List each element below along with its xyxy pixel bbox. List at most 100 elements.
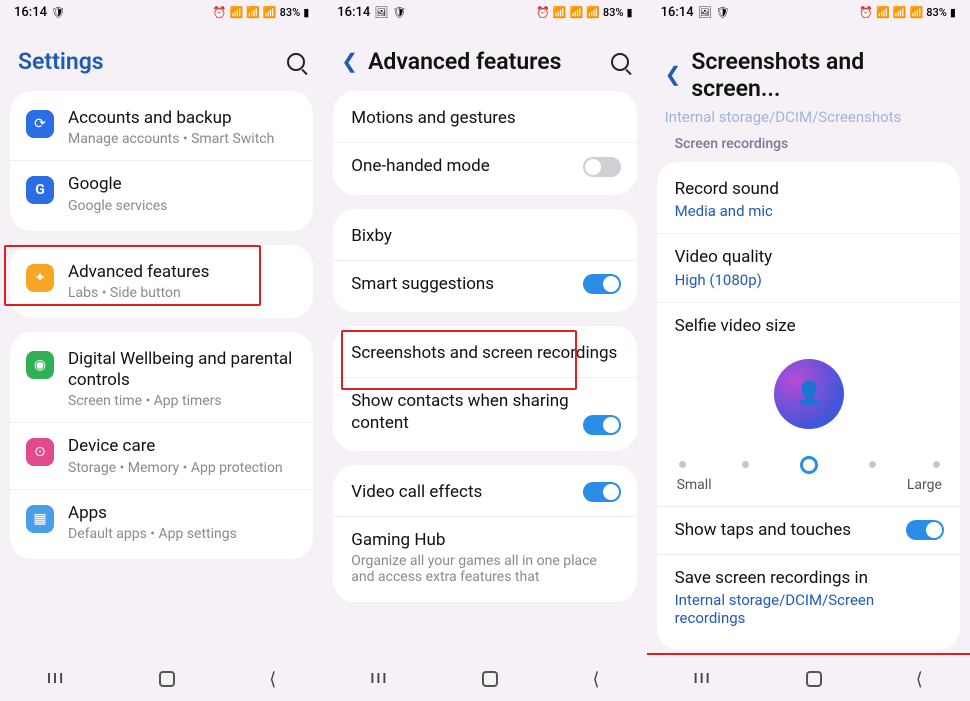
row-google[interactable]: G Google Google services	[10, 160, 313, 226]
row-title: Smart suggestions	[351, 274, 568, 295]
row-title: Gaming Hub	[351, 530, 620, 551]
status-bar: 16:14 🖼 🛡 ⏰ 📶 📶 📶 83% ▮	[647, 0, 970, 24]
wifi-icon: 📶	[553, 6, 567, 19]
back-button[interactable]: ❮	[341, 49, 358, 73]
alarm-icon: ⏰	[859, 6, 873, 19]
row-motions-gestures[interactable]: Motions and gestures	[333, 95, 636, 142]
row-title: Motions and gestures	[351, 108, 620, 129]
status-bar: 16:14 🖼 🛡 ⏰ 📶 📶 📶 83% ▮	[323, 0, 646, 24]
status-battery: 83%	[926, 6, 947, 19]
header: ❮ Advanced features	[323, 24, 646, 91]
google-icon: G	[26, 176, 54, 204]
row-subtitle: Labs • Side button	[68, 285, 297, 301]
wifi-icon: 📶	[876, 6, 890, 19]
toggle-show-contacts[interactable]	[583, 415, 621, 435]
device-care-icon: ⊙	[26, 438, 54, 466]
phone-screenshots-settings: 16:14 🖼 🛡 ⏰ 📶 📶 📶 83% ▮ ❮ Screenshots an…	[647, 0, 970, 701]
row-show-contacts-sharing[interactable]: Show contacts when sharing content	[333, 377, 636, 447]
signal-icon: 📶	[893, 6, 907, 19]
row-smart-suggestions[interactable]: Smart suggestions	[333, 260, 636, 308]
row-subtitle: Default apps • App settings	[68, 526, 297, 542]
slider-thumb[interactable]	[800, 456, 818, 474]
nav-home[interactable]	[482, 671, 498, 687]
search-icon[interactable]	[287, 53, 305, 71]
row-bixby[interactable]: Bixby	[333, 213, 636, 260]
row-title: Record sound	[675, 179, 944, 200]
row-title: Video quality	[675, 247, 944, 268]
search-icon[interactable]	[611, 53, 629, 71]
signal2-icon: 📶	[910, 6, 924, 19]
image-icon: 🖼	[698, 6, 712, 19]
status-bar: 16:14 🛡 ⏰ 📶 📶 📶 83% ▮	[0, 0, 323, 24]
settings-list: ⟳ Accounts and backup Manage accounts • …	[0, 91, 323, 657]
slider-label-small: Small	[677, 477, 712, 493]
back-button[interactable]: ❮	[665, 62, 682, 86]
page-title: Settings	[18, 48, 277, 75]
row-digital-wellbeing[interactable]: ◉ Digital Wellbeing and parental control…	[10, 336, 313, 423]
nav-home[interactable]	[806, 671, 822, 687]
nav-recents[interactable]: III	[47, 671, 65, 687]
row-value: High (1080p)	[675, 271, 944, 289]
status-battery: 83%	[280, 6, 301, 19]
apps-icon: ▦	[26, 505, 54, 533]
row-title: Device care	[68, 436, 297, 457]
battery-icon: ▮	[627, 6, 633, 19]
row-title: Accounts and backup	[68, 108, 297, 129]
row-value: Internal storage/DCIM/Screen recordings	[675, 591, 944, 627]
toggle-show-taps[interactable]	[906, 520, 944, 540]
row-title: One-handed mode	[351, 156, 568, 177]
signal2-icon: 📶	[586, 6, 600, 19]
row-screenshots-recordings[interactable]: Screenshots and screen recordings	[333, 330, 636, 377]
selfie-size-slider[interactable]	[679, 455, 940, 475]
row-title: Google	[68, 174, 297, 195]
row-video-quality[interactable]: Video quality High (1080p)	[657, 233, 960, 301]
nav-recents[interactable]: III	[370, 671, 388, 687]
row-title: Video call effects	[351, 482, 568, 503]
row-device-care[interactable]: ⊙ Device care Storage • Memory • App pro…	[10, 422, 313, 488]
toggle-one-handed[interactable]	[583, 157, 621, 177]
row-title: Advanced features	[68, 262, 297, 283]
nav-back[interactable]: ⟨	[593, 669, 600, 690]
row-video-call-effects[interactable]: Video call effects	[333, 469, 636, 516]
row-one-handed[interactable]: One-handed mode	[333, 142, 636, 190]
nav-home[interactable]	[159, 671, 175, 687]
row-title: Digital Wellbeing and parental controls	[68, 349, 297, 392]
selfie-avatar-icon: 👤	[774, 359, 844, 429]
status-battery: 83%	[603, 6, 624, 19]
wifi-icon: 📶	[230, 6, 244, 19]
row-advanced-features[interactable]: ✦ Advanced features Labs • Side button	[10, 249, 313, 314]
row-title: Selfie video size	[675, 316, 796, 337]
row-accounts-backup[interactable]: ⟳ Accounts and backup Manage accounts • …	[10, 95, 313, 160]
nav-recents[interactable]: III	[694, 671, 712, 687]
row-title: Apps	[68, 503, 297, 524]
row-title: Screenshots and screen recordings	[351, 343, 620, 364]
row-subtitle: Organize all your games all in one place…	[351, 553, 620, 585]
nav-back[interactable]: ⟨	[916, 669, 923, 690]
toggle-smart-suggestions[interactable]	[583, 274, 621, 294]
status-time: 16:14	[661, 5, 694, 20]
status-time: 16:14	[337, 5, 370, 20]
row-apps[interactable]: ▦ Apps Default apps • App settings	[10, 489, 313, 555]
row-subtitle: Manage accounts • Smart Switch	[68, 131, 297, 147]
row-subtitle: Screen time • App timers	[68, 393, 297, 409]
status-time: 16:14	[14, 5, 47, 20]
row-value: Media and mic	[675, 202, 944, 220]
header: Settings	[0, 24, 323, 91]
image-icon: 🖼	[374, 6, 388, 19]
nav-bar: III ⟨	[323, 657, 646, 701]
path-crumb: Internal storage/DCIM/Screenshots	[647, 108, 970, 130]
signal2-icon: 📶	[263, 6, 277, 19]
row-show-taps[interactable]: Show taps and touches	[657, 506, 960, 554]
nav-back[interactable]: ⟨	[269, 669, 276, 690]
row-record-sound[interactable]: Record sound Media and mic	[657, 166, 960, 233]
shield-icon: 🛡	[392, 6, 406, 19]
page-title: Screenshots and screen...	[691, 48, 952, 102]
toggle-video-call-effects[interactable]	[583, 482, 621, 502]
signal-icon: 📶	[246, 6, 260, 19]
row-title: Save screen recordings in	[675, 568, 944, 589]
row-selfie-video-size[interactable]: Selfie video size 👤 Small Large	[657, 302, 960, 506]
row-save-location[interactable]: Save screen recordings in Internal stora…	[657, 554, 960, 640]
row-gaming-hub[interactable]: Gaming Hub Organize all your games all i…	[333, 516, 636, 598]
gear-advanced-icon: ✦	[26, 264, 54, 292]
nav-bar: III ⟨	[0, 657, 323, 701]
